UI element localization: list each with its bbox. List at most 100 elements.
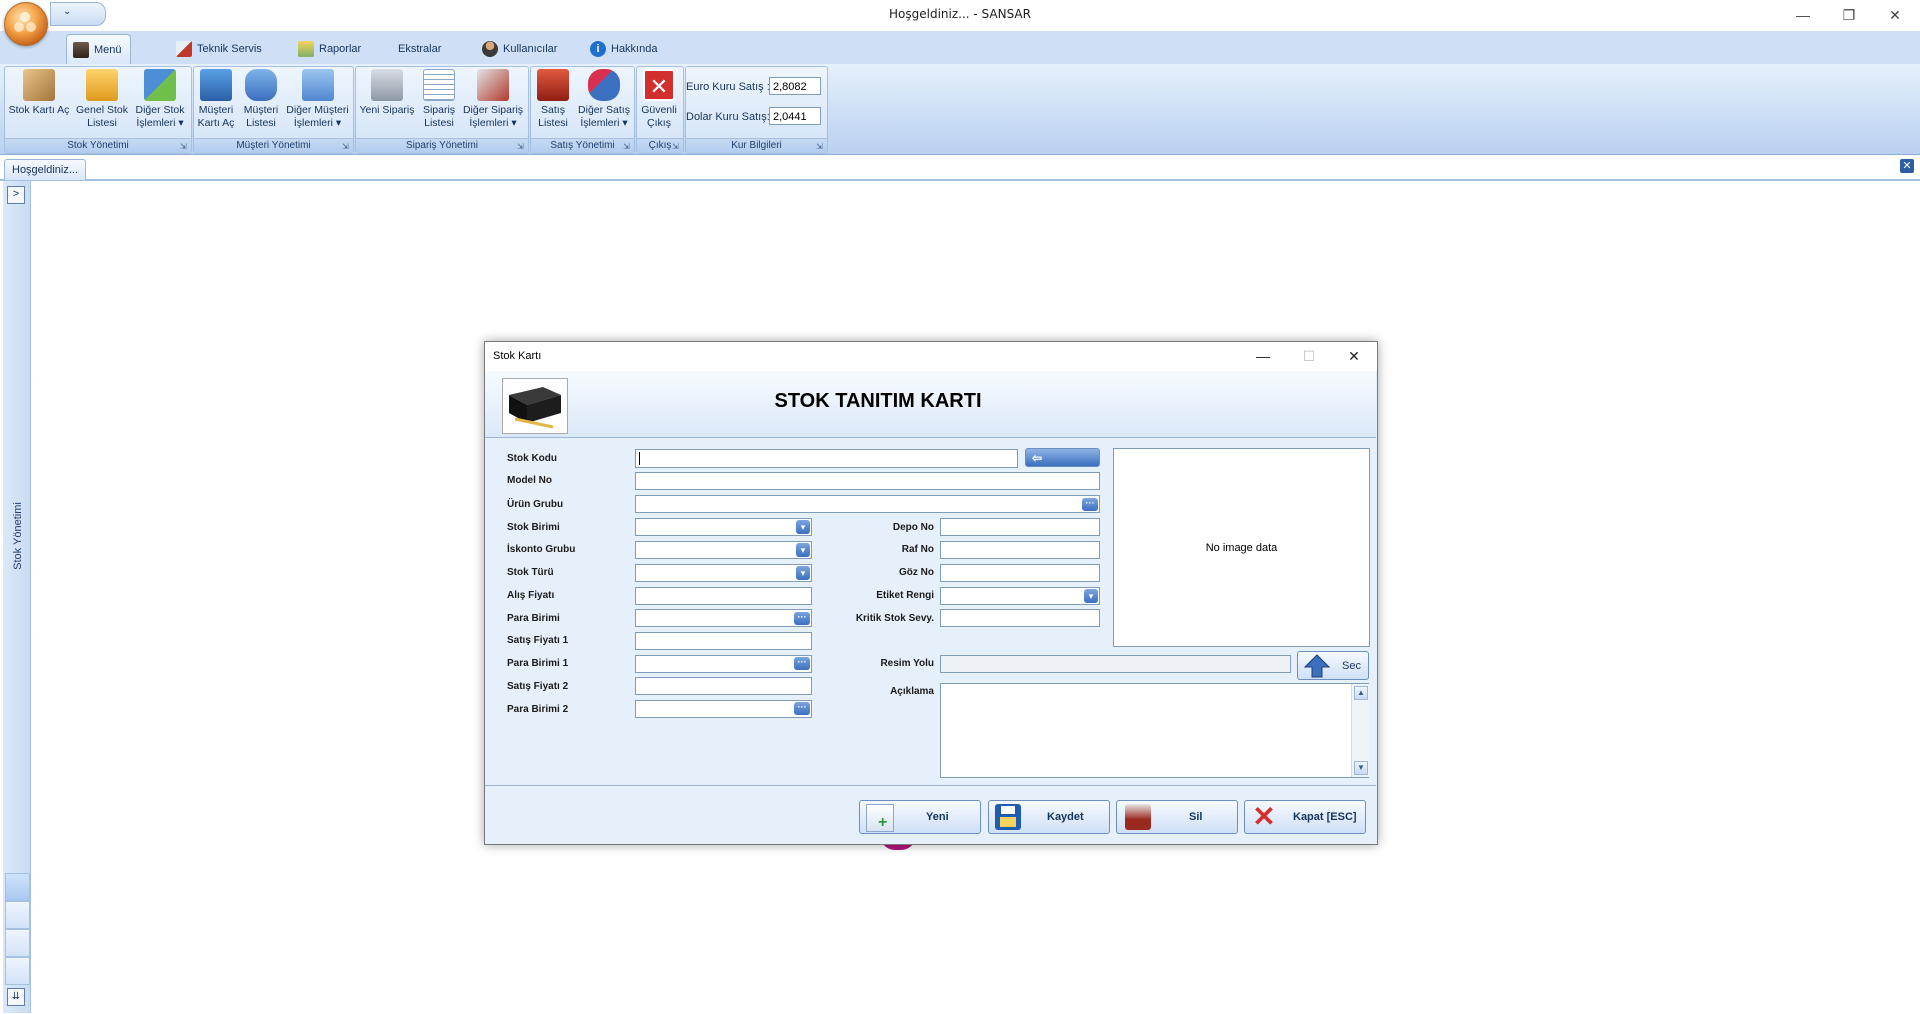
dialog-close-button[interactable]: ✕ [1334, 342, 1374, 371]
kritik-stok-input[interactable] [940, 609, 1100, 627]
button-label: Diğer Müşteri [286, 104, 349, 116]
info-icon: i [590, 41, 606, 57]
group-launcher-icon[interactable]: ⇲ [816, 142, 825, 151]
aciklama-textarea[interactable] [940, 683, 1369, 778]
window-close-button[interactable]: ✕ [1872, 0, 1918, 30]
group-launcher-icon[interactable]: ⇲ [180, 142, 189, 151]
stok-karti-ac-button[interactable]: Stok Kartı Aç [5, 67, 73, 117]
side-nav-button[interactable] [5, 929, 30, 957]
button-label: İşlemleri ▾ [136, 117, 184, 129]
alis-fiyati-input[interactable] [635, 587, 812, 605]
application-menu-orb[interactable] [4, 2, 48, 46]
tab-teknik-servis[interactable]: Teknik Servis [170, 34, 270, 64]
musteri-karti-ac-button[interactable]: Müşteri Kartı Aç [194, 67, 238, 130]
para-birimi-2-input[interactable] [635, 700, 812, 718]
para-birimi-1-label: Para Birimi 1 [507, 658, 569, 669]
kapat-button[interactable]: ✕ Kapat [ESC] [1244, 800, 1366, 834]
list-icon [423, 69, 455, 101]
side-nav-button[interactable] [5, 901, 30, 929]
satis-fiyati-1-input[interactable] [635, 632, 812, 650]
tab-hosgeldiniz[interactable]: Hoşgeldiniz... [4, 159, 87, 180]
dialog-minimize-button[interactable]: — [1243, 342, 1283, 371]
resim-yolu-label: Resim Yolu [880, 658, 934, 669]
tab-hakkinda-label: Hakkında [611, 43, 658, 55]
ribbon-tab-strip [0, 31, 1920, 64]
side-nav-button[interactable] [5, 957, 30, 985]
stok-kodu-input[interactable] [635, 449, 1018, 468]
sil-button[interactable]: Sil [1116, 800, 1238, 834]
aciklama-scrollbar[interactable]: ▲ ▼ [1351, 684, 1369, 777]
urun-grubu-input[interactable] [635, 495, 1100, 513]
scroll-down-icon[interactable]: ▼ [1354, 761, 1368, 775]
tab-kullanicilar[interactable]: Kullanıcılar [476, 34, 565, 64]
tab-hakkinda[interactable]: i Hakkında [584, 34, 665, 64]
new-document-icon: + [866, 804, 894, 832]
satis-listesi-button[interactable]: Satış Listesi [531, 67, 575, 130]
sec-button-label: Sec [1342, 660, 1361, 672]
dolar-kuru-field[interactable]: 2,0441 [769, 107, 821, 125]
genel-stok-listesi-button[interactable]: Genel Stok Listesi [74, 67, 130, 130]
group-launcher-icon[interactable]: ⇲ [672, 142, 681, 151]
depo-no-input[interactable] [940, 518, 1100, 536]
yeni-siparis-button[interactable]: Yeni Sipariş [356, 67, 418, 117]
sales-box-icon [537, 69, 569, 101]
raf-no-input[interactable] [940, 541, 1100, 559]
satis-fiyati-2-label: Satış Fiyatı 2 [507, 681, 569, 692]
expand-panel-button[interactable]: > [7, 186, 25, 204]
kaydet-button[interactable]: Kaydet [988, 800, 1110, 834]
satis-fiyati-2-input[interactable] [635, 677, 812, 695]
etiket-rengi-select[interactable] [940, 587, 1100, 605]
iskonto-grubu-select[interactable] [635, 541, 812, 559]
model-no-input[interactable] [635, 472, 1100, 490]
diger-musteri-islemleri-button[interactable]: Diğer Müşteri İşlemleri ▾ [284, 67, 351, 130]
stok-birimi-select[interactable] [635, 518, 812, 536]
chevron-down-icon[interactable]: ▾ [796, 520, 810, 534]
stok-turu-select[interactable] [635, 564, 812, 582]
goz-no-input[interactable] [940, 564, 1100, 582]
dialog-maximize-button[interactable]: ☐ [1289, 342, 1329, 371]
sec-button[interactable]: Sec [1297, 651, 1369, 680]
chevron-down-icon[interactable]: ▾ [796, 543, 810, 557]
diger-siparis-islemleri-button[interactable]: Diğer Sipariş İşlemleri ▾ [460, 67, 526, 130]
group-launcher-icon[interactable]: ⇲ [342, 142, 351, 151]
tab-ekstralar[interactable]: Ekstralar [392, 34, 449, 64]
close-document-icon[interactable]: ✕ [1900, 159, 1914, 173]
window-restore-button[interactable]: ❐ [1826, 0, 1872, 30]
para-birimi-1-browse-icon[interactable]: ··· [794, 657, 810, 670]
button-label: İşlemleri ▾ [293, 117, 342, 129]
chevron-down-icon[interactable]: ▾ [1084, 589, 1098, 603]
musteri-listesi-button[interactable]: Müşteri Listesi [239, 67, 283, 130]
dolar-kuru-label: Dolar Kuru Satış: [686, 111, 770, 123]
group-launcher-icon[interactable]: ⇲ [517, 142, 526, 151]
arrow-left-icon: ⇦ [1032, 451, 1043, 465]
yeni-button[interactable]: + Yeni [859, 800, 981, 834]
stok-kodu-fetch-button[interactable]: ⇦ [1025, 448, 1100, 467]
tab-menu[interactable]: Menü [66, 34, 131, 64]
diger-satis-islemleri-button[interactable]: Diğer Satış İşlemleri ▾ [576, 67, 632, 130]
para-birimi-browse-icon[interactable]: ··· [794, 612, 810, 625]
tab-raporlar-label: Raporlar [319, 43, 362, 55]
stok-birimi-label: Stok Birimi [507, 522, 560, 533]
para-birimi-input[interactable] [635, 609, 812, 627]
para-birimi-2-browse-icon[interactable]: ··· [794, 702, 810, 715]
window-minimize-button[interactable]: — [1780, 0, 1826, 30]
group-launcher-icon[interactable]: ⇲ [623, 142, 632, 151]
guvenli-cikis-button[interactable]: ✕ Güvenli Çıkış [637, 67, 681, 130]
stock-product-icon [502, 378, 568, 434]
close-x-icon: ✕ [1252, 801, 1276, 832]
para-birimi-1-input[interactable] [635, 655, 812, 673]
euro-kuru-field[interactable]: 2,8082 [769, 77, 821, 95]
panel-overflow-icon[interactable]: ⇊ [7, 988, 25, 1006]
chevron-down-icon[interactable]: ▾ [796, 566, 810, 580]
siparis-listesi-button[interactable]: Sipariş Listesi [419, 67, 459, 130]
resim-yolu-input[interactable] [940, 655, 1291, 673]
button-label: Kartı Aç [197, 117, 235, 129]
diger-stok-islemleri-button[interactable]: Diğer Stok İşlemleri ▾ [131, 67, 189, 130]
scroll-up-icon[interactable]: ▲ [1354, 686, 1368, 700]
stock-card-icon [23, 69, 55, 101]
tab-raporlar[interactable]: Raporlar [292, 34, 369, 64]
exit-x-icon: ✕ [643, 69, 675, 101]
side-nav-button[interactable] [5, 873, 30, 901]
reports-icon [298, 41, 314, 57]
urun-grubu-browse-icon[interactable]: ··· [1082, 498, 1098, 511]
